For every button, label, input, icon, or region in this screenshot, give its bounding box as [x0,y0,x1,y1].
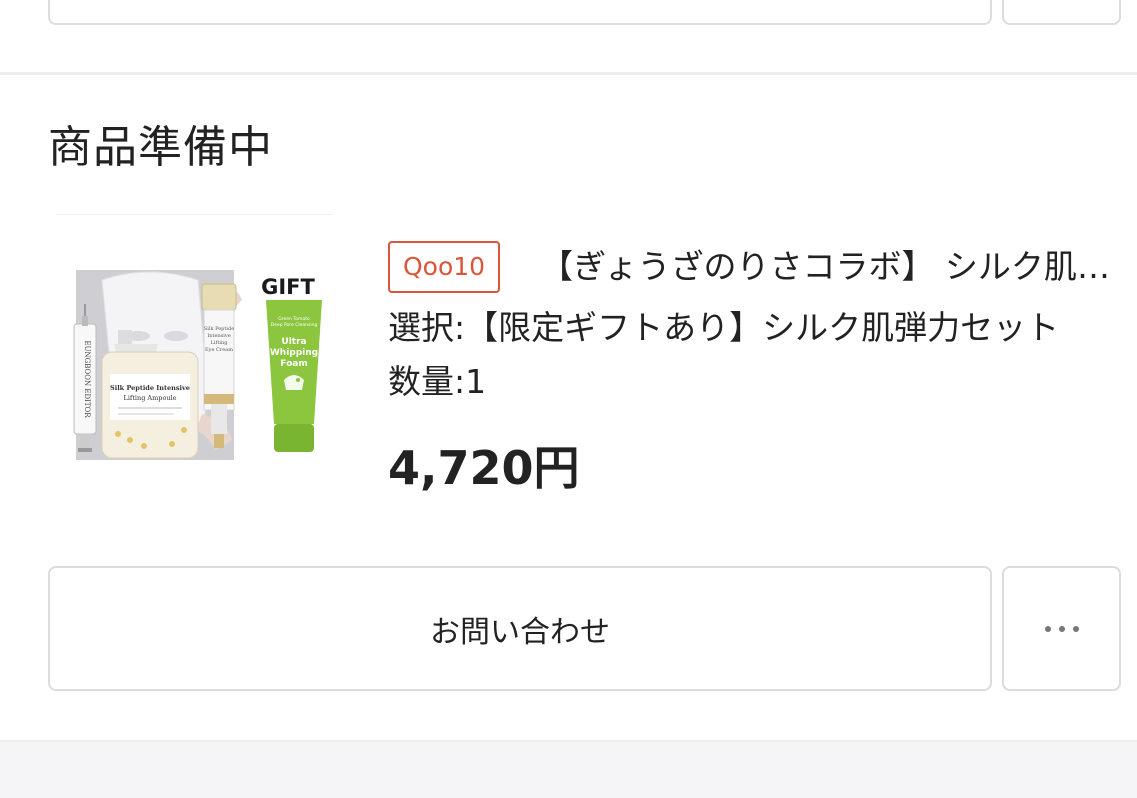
option-value: 【限定ギフトあり】シルク肌弾力セット [465,308,1060,347]
svg-text:EUNGBOON EDITOR: EUNGBOON EDITOR [83,341,91,419]
more-horizontal-icon [1004,568,1119,689]
inquiry-button-label: お問い合わせ [430,614,610,650]
product-quantity: 数量:1 [388,355,1123,409]
product-price: 4,720円 [388,441,580,495]
previous-order-more-button[interactable] [1002,0,1121,25]
more-options-button[interactable] [1002,566,1121,691]
syringe-icon: EUNGBOON EDITOR [73,304,97,452]
svg-text:Green Tomato: Green Tomato [278,316,310,322]
order-status-title: 商品準備中 [48,122,273,173]
svg-text:Silk Peptide: Silk Peptide [204,326,234,332]
product-name[interactable]: 【ぎょうざのりさコラボ】 シルク肌弾力セット [540,240,1123,294]
svg-text:Silk Peptide Intensive: Silk Peptide Intensive [110,384,190,392]
svg-text:Whipping: Whipping [270,348,318,358]
quantity-value: 1 [465,362,487,401]
gift-label: GIFT [261,275,315,299]
svg-text:Deep Pore Cleansing: Deep Pore Cleansing [271,322,318,328]
shop-badge[interactable]: Qoo10 [388,241,501,293]
product-title-row: Qoo10 【ぎょうざのりさコラボ】 シルク肌弾力セット [388,240,1123,294]
product-thumbnail[interactable]: EUNGBOON EDITOR Silk Peptide Intensive L… [56,244,346,474]
svg-text:Foam: Foam [280,359,307,369]
cleansing-foam-tube-icon: Green Tomato Deep Pore Cleansing Ultra W… [266,300,322,452]
thumbnail-top-divider [56,214,334,215]
quantity-label: 数量: [388,362,466,401]
section-separator-band [0,740,1137,798]
svg-text:Intensive: Intensive [207,333,230,339]
section-divider [0,72,1137,75]
svg-text:Eye Cream: Eye Cream [205,347,233,353]
product-info: Qoo10 【ぎょうざのりさコラボ】 シルク肌弾力セット 選択:【限定ギフトあり… [388,240,1123,409]
product-image: EUNGBOON EDITOR Silk Peptide Intensive L… [73,270,322,460]
inquiry-button[interactable]: お問い合わせ [48,566,992,691]
product-option: 選択:【限定ギフトあり】シルク肌弾力セット [388,301,1123,355]
option-label: 選択: [388,308,466,347]
previous-order-main-button[interactable] [48,0,992,25]
svg-text:Lifting Ampoule: Lifting Ampoule [124,394,177,402]
svg-text:Lifting: Lifting [211,340,229,346]
svg-text:Ultra: Ultra [281,337,306,347]
